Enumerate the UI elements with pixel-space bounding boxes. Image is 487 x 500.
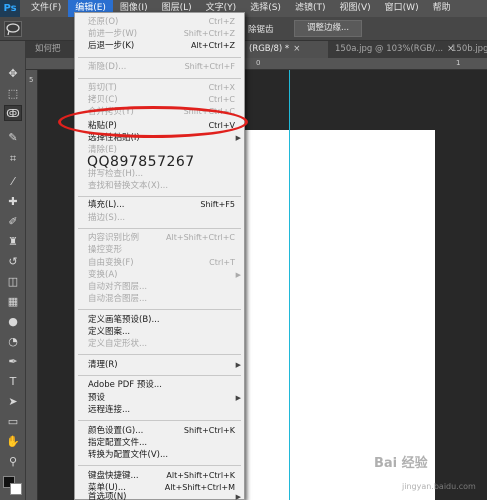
chevron-right-icon: ▶ — [235, 394, 241, 402]
menu-item-color-settings[interactable]: 颜色设置(G)... Shift+Ctrl+K — [75, 425, 244, 437]
history-brush-tool-icon[interactable]: ↺ — [4, 253, 22, 269]
document-canvas[interactable] — [237, 130, 435, 500]
watermark-url: jingyan.baidu.com — [402, 482, 476, 491]
menu-item-define-shape[interactable]: 定义自定形状... — [75, 338, 244, 350]
pen-tool-icon[interactable]: ✒ — [4, 353, 22, 369]
menu-item-puppet-warp[interactable]: 操控变形 — [75, 244, 244, 256]
healing-tool-icon[interactable]: ✚ — [4, 193, 22, 209]
tab-doc-1[interactable]: 如何把 — [30, 41, 76, 58]
ruler-label: 5 — [29, 76, 34, 84]
gradient-tool-icon[interactable]: ▦ — [4, 293, 22, 309]
eyedropper-tool-icon[interactable]: ⁄ — [4, 173, 22, 189]
guide-line[interactable] — [289, 70, 290, 500]
refine-edge-button[interactable]: 调整边缘... — [294, 20, 362, 37]
menu-item-transform[interactable]: 变换(A) ▶ — [75, 269, 244, 281]
blur-tool-icon[interactable]: ● — [4, 313, 22, 329]
chevron-right-icon: ▶ — [235, 361, 241, 369]
menu-item-stroke[interactable]: 描边(S)... — [75, 212, 244, 224]
chevron-right-icon: ▶ — [235, 493, 241, 500]
menu-item-convert-profile[interactable]: 转换为配置文件(V)... — [75, 449, 244, 461]
menu-item-fade[interactable]: 渐隐(D)... Shift+Ctrl+F — [75, 61, 244, 73]
menu-item-define-brush[interactable]: 定义画笔预设(B)... — [75, 314, 244, 326]
quick-select-tool-icon[interactable]: ✎ — [4, 129, 22, 145]
path-select-tool-icon[interactable]: ➤ — [4, 393, 22, 409]
baidu-watermark: Bai 经验 jingyan.baidu.com — [374, 452, 484, 497]
menu-item-undo[interactable]: 还原(O) Ctrl+Z — [75, 16, 244, 28]
tab-doc-4[interactable]: 150b.jpg — [446, 41, 487, 58]
menu-item-auto-align-layers[interactable]: 自动对齐图层... — [75, 281, 244, 293]
eraser-tool-icon[interactable]: ◫ — [4, 273, 22, 289]
menu-separator — [78, 354, 241, 355]
menu-item-remote-connections[interactable]: 远程连接... — [75, 404, 244, 416]
baidu-logo: Bai 经验 — [374, 456, 428, 471]
menu-separator — [78, 228, 241, 229]
menu-item-paste[interactable]: 粘贴(P) Ctrl+V — [75, 120, 244, 132]
hand-tool-icon[interactable]: ✋ — [4, 433, 22, 449]
marquee-tool-icon[interactable]: ⬚ — [4, 85, 22, 101]
zoom-tool-icon[interactable]: ⚲ — [4, 453, 22, 469]
dodge-tool-icon[interactable]: ◔ — [4, 333, 22, 349]
anti-alias-label: 除锯齿 — [248, 25, 274, 35]
brush-tool-icon[interactable]: ✐ — [4, 213, 22, 229]
tools-panel: ✥ ⬚ ↂ ✎ ⌗ ⁄ ✚ ✐ ♜ ↺ ◫ ▦ ● ◔ ✒ T ➤ ▭ ✋ ⚲ — [0, 41, 26, 500]
menu-item-assign-profile[interactable]: 指定配置文件... — [75, 437, 244, 449]
background-color-swatch[interactable] — [10, 483, 22, 495]
crop-tool-icon[interactable]: ⌗ — [4, 151, 22, 167]
menu-view[interactable]: 视图(V) — [332, 0, 377, 17]
photoshop-logo: Ps — [0, 0, 20, 17]
lasso-icon — [6, 23, 20, 36]
tab-doc-2[interactable]: (RGB/8) * × — [244, 41, 328, 58]
move-tool-icon[interactable]: ✥ — [4, 65, 22, 81]
menu-item-find-replace[interactable]: 查找和替换文本(X)... — [75, 180, 244, 192]
menu-item-step-forward[interactable]: 前进一步(W) Shift+Ctrl+Z — [75, 28, 244, 40]
type-tool-icon[interactable]: T — [4, 373, 22, 389]
menu-item-define-pattern[interactable]: 定义图案... — [75, 326, 244, 338]
shape-tool-icon[interactable]: ▭ — [4, 413, 22, 429]
menu-item-keyboard-shortcuts[interactable]: 键盘快捷键... Alt+Shift+Ctrl+K — [75, 470, 244, 482]
menu-item-free-transform[interactable]: 自由变换(F) Ctrl+T — [75, 257, 244, 269]
lasso-tool-icon[interactable]: ↂ — [4, 105, 22, 121]
menu-help[interactable]: 帮助 — [426, 0, 458, 17]
menu-item-copy-merged[interactable]: 合并拷贝(Y) Shift+Ctrl+C — [75, 106, 244, 118]
menu-item-copy[interactable]: 拷贝(C) Ctrl+C — [75, 94, 244, 106]
menu-item-preferences[interactable]: 首选项(N) ▶ — [75, 491, 244, 500]
menu-item-fill[interactable]: 填充(L)... Shift+F5 — [75, 199, 244, 211]
menu-separator — [78, 465, 241, 466]
menu-separator — [78, 57, 241, 58]
stamp-tool-icon[interactable]: ♜ — [4, 233, 22, 249]
menu-separator — [78, 309, 241, 310]
chevron-right-icon: ▶ — [235, 134, 241, 142]
menu-item-presets[interactable]: 预设 ▶ — [75, 392, 244, 404]
menu-item-cut[interactable]: 剪切(T) Ctrl+X — [75, 82, 244, 94]
vertical-ruler: 5 — [26, 70, 38, 500]
tool-preset-picker[interactable] — [4, 21, 22, 37]
menu-window[interactable]: 窗口(W) — [378, 0, 426, 17]
ruler-label: 0 — [256, 59, 261, 67]
edit-menu-dropdown: 还原(O) Ctrl+Z 前进一步(W) Shift+Ctrl+Z 后退一步(K) A… — [74, 12, 245, 500]
menu-separator — [78, 78, 241, 79]
tab-doc-3[interactable]: 150a.jpg @ 103%(RGB/... × — [330, 41, 460, 58]
chevron-right-icon: ▶ — [235, 271, 241, 279]
menu-separator — [78, 420, 241, 421]
menu-select[interactable]: 选择(S) — [243, 0, 288, 17]
menu-item-auto-blend-layers[interactable]: 自动混合图层... — [75, 293, 244, 305]
menu-item-paste-special[interactable]: 选择性粘贴(I) ▶ — [75, 132, 244, 144]
menu-separator — [78, 196, 241, 197]
qq-overlay-text: QQ897857267 — [87, 154, 195, 170]
menu-filter[interactable]: 滤镜(T) — [288, 0, 333, 17]
close-icon[interactable]: × — [293, 44, 300, 54]
menu-item-purge[interactable]: 清理(R) ▶ — [75, 359, 244, 371]
menu-item-pdf-presets[interactable]: Adobe PDF 预设... — [75, 379, 244, 391]
menu-item-content-aware-scale[interactable]: 内容识别比例 Alt+Shift+Ctrl+C — [75, 232, 244, 244]
menu-item-step-backward[interactable]: 后退一步(K) Alt+Ctrl+Z — [75, 40, 244, 52]
menu-file[interactable]: 文件(F) — [24, 0, 68, 17]
menu-separator — [78, 375, 241, 376]
ruler-label: 1 — [456, 59, 461, 67]
